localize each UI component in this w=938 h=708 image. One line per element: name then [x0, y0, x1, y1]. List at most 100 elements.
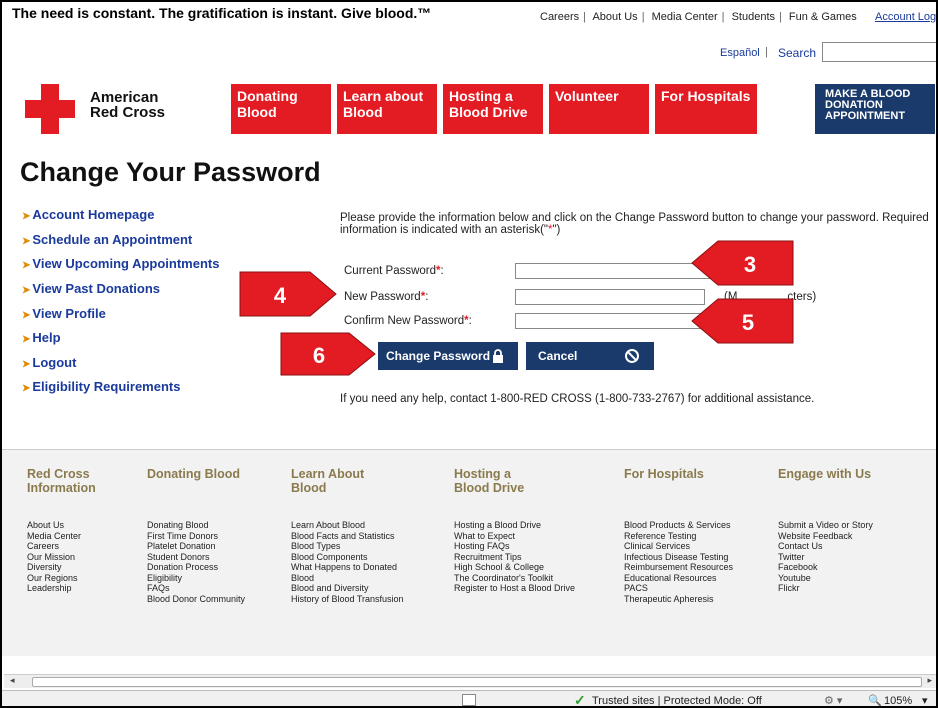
footer-link[interactable]: Blood Facts and Statistics — [291, 531, 404, 542]
footer-link[interactable]: Student Donors — [147, 552, 245, 563]
status-bar: ✓ Trusted sites | Protected Mode: Off ⚙ … — [2, 690, 936, 706]
scroll-left-icon[interactable]: ◂ — [10, 675, 15, 686]
zoom-icon[interactable]: 🔍 — [868, 694, 882, 706]
nav-for-hospitals[interactable]: For Hospitals — [655, 84, 757, 134]
menu-logout[interactable]: ➤ Logout — [22, 355, 76, 370]
footer-link[interactable]: What Happens to Donated — [291, 562, 404, 573]
footer-link[interactable]: About Us — [27, 520, 81, 531]
confirm-password-input[interactable] — [515, 313, 705, 329]
footer-link[interactable]: FAQs — [147, 583, 245, 594]
scroll-right-icon[interactable]: ▸ — [927, 675, 932, 686]
account-login-link[interactable]: Account Login — [875, 11, 936, 23]
footer-link[interactable]: History of Blood Transfusion — [291, 594, 404, 605]
menu-label: View Upcoming Appointments — [32, 256, 220, 271]
scroll-thumb[interactable] — [32, 677, 922, 687]
footer-link[interactable]: Reference Testing — [624, 531, 733, 542]
footer-link[interactable]: Register to Host a Blood Drive — [454, 583, 575, 594]
label-text: Current Password — [344, 265, 437, 277]
footer-link[interactable]: Media Center — [27, 531, 81, 542]
footer-link[interactable]: Leadership — [27, 583, 81, 594]
footer-link[interactable]: Twitter — [778, 552, 873, 563]
search-link[interactable]: Search — [778, 46, 816, 60]
make-appt-line: APPOINTMENT — [825, 110, 906, 122]
footer-link[interactable]: Blood Components — [291, 552, 404, 563]
footer-link[interactable]: Hosting a Blood Drive — [454, 520, 575, 531]
footer-link[interactable]: Educational Resources — [624, 573, 733, 584]
zoom-level[interactable]: 105% — [884, 695, 912, 706]
footer-link[interactable]: Our Mission — [27, 552, 81, 563]
footer-link[interactable]: PACS — [624, 583, 733, 594]
footer-link[interactable]: Our Regions — [27, 573, 81, 584]
footer-link[interactable]: Reimbursement Resources — [624, 562, 733, 573]
footer-link[interactable]: Recruitment Tips — [454, 552, 575, 563]
footer-link[interactable]: Eligibility — [147, 573, 245, 584]
footer-link[interactable]: Facebook — [778, 562, 873, 573]
arrow-icon: ➤ — [22, 334, 31, 345]
footer-link[interactable]: Blood and Diversity — [291, 583, 404, 594]
footer-link[interactable]: What to Expect — [454, 531, 575, 542]
arrow-icon: ➤ — [22, 359, 31, 370]
footer-link[interactable]: Youtube — [778, 573, 873, 584]
make-appointment-button[interactable]: MAKE A BLOOD DONATION APPOINTMENT — [815, 84, 935, 134]
intro-text-part: information is indicated with an asteris… — [340, 224, 548, 236]
cancel-button[interactable]: Cancel — [526, 342, 654, 370]
protected-mode-icon[interactable]: ⚙ ▾ — [824, 694, 842, 706]
footer-link[interactable]: High School & College — [454, 562, 575, 573]
footer-link[interactable]: Submit a Video or Story — [778, 520, 873, 531]
label-colon: : — [468, 315, 472, 327]
horizontal-scrollbar[interactable]: ◂ ▸ — [4, 674, 936, 688]
top-link-careers[interactable]: Careers — [540, 11, 579, 23]
footer-link[interactable]: Platelet Donation — [147, 541, 245, 552]
menu-label: Account Homepage — [32, 207, 155, 222]
top-link-about-us[interactable]: About Us — [592, 11, 637, 23]
new-password-input[interactable] — [515, 289, 705, 305]
search-input[interactable] — [822, 42, 936, 62]
top-link-students[interactable]: Students — [732, 11, 775, 23]
footer-link[interactable]: Flickr — [778, 583, 873, 594]
footer-link[interactable]: Website Feedback — [778, 531, 873, 542]
nav-learn-about-blood[interactable]: Learn about Blood — [337, 84, 437, 134]
footer-link[interactable]: The Coordinator's Toolkit — [454, 573, 575, 584]
top-link-fun-games[interactable]: Fun & Games — [789, 11, 857, 23]
footer-link[interactable]: Blood Products & Services — [624, 520, 733, 531]
menu-eligibility-requirements[interactable]: ➤ Eligibility Requirements — [22, 379, 180, 394]
footer-link[interactable]: First Time Donors — [147, 531, 245, 542]
espanol-link[interactable]: Español — [720, 47, 760, 59]
footer-link[interactable]: Blood Donor Community — [147, 594, 245, 605]
menu-schedule-appointment[interactable]: ➤ Schedule an Appointment — [22, 232, 192, 247]
security-zone[interactable]: Trusted sites | Protected Mode: Off — [592, 695, 762, 706]
zoom-dropdown-icon[interactable]: ▾ — [922, 694, 928, 706]
footer-link[interactable]: Infectious Disease Testing — [624, 552, 733, 563]
top-link-media-center[interactable]: Media Center — [652, 11, 718, 23]
footer-link[interactable]: Hosting FAQs — [454, 541, 575, 552]
change-password-button[interactable]: Change Password — [378, 342, 518, 370]
footer-link[interactable]: Careers — [27, 541, 81, 552]
nav-label: Blood — [237, 104, 277, 120]
footer-link[interactable]: Donating Blood — [147, 520, 245, 531]
menu-view-profile[interactable]: ➤ View Profile — [22, 306, 106, 321]
footer-link[interactable]: Learn About Blood — [291, 520, 404, 531]
nav-label: Blood Drive — [449, 104, 528, 120]
menu-label: Help — [32, 330, 61, 345]
logo-text[interactable]: American Red Cross — [90, 90, 165, 120]
footer-link[interactable]: Blood Types — [291, 541, 404, 552]
footer-link[interactable]: Diversity — [27, 562, 81, 573]
heading-line: Blood — [291, 481, 327, 495]
heading-line: Engage with Us — [778, 467, 872, 481]
footer-link[interactable]: Clinical Services — [624, 541, 733, 552]
nav-donating-blood[interactable]: Donating Blood — [231, 84, 331, 134]
footer-link[interactable]: Donation Process — [147, 562, 245, 573]
page-icon — [462, 694, 476, 706]
footer-link[interactable]: Contact Us — [778, 541, 873, 552]
nav-volunteer[interactable]: Volunteer — [549, 84, 649, 134]
menu-view-past-donations[interactable]: ➤ View Past Donations — [22, 281, 160, 296]
red-cross-logo-icon[interactable] — [25, 84, 75, 134]
callout-number: 6 — [313, 343, 325, 368]
menu-view-upcoming-appointments[interactable]: ➤ View Upcoming Appointments — [22, 256, 219, 271]
menu-account-homepage[interactable]: ➤ Account Homepage — [22, 207, 154, 222]
menu-help[interactable]: ➤ Help — [22, 330, 61, 345]
footer-link[interactable]: Blood — [291, 573, 404, 584]
nav-hosting-blood-drive[interactable]: Hosting a Blood Drive — [443, 84, 543, 134]
footer-link[interactable]: Therapeutic Apheresis — [624, 594, 733, 605]
page-title: Change Your Password — [20, 157, 321, 187]
